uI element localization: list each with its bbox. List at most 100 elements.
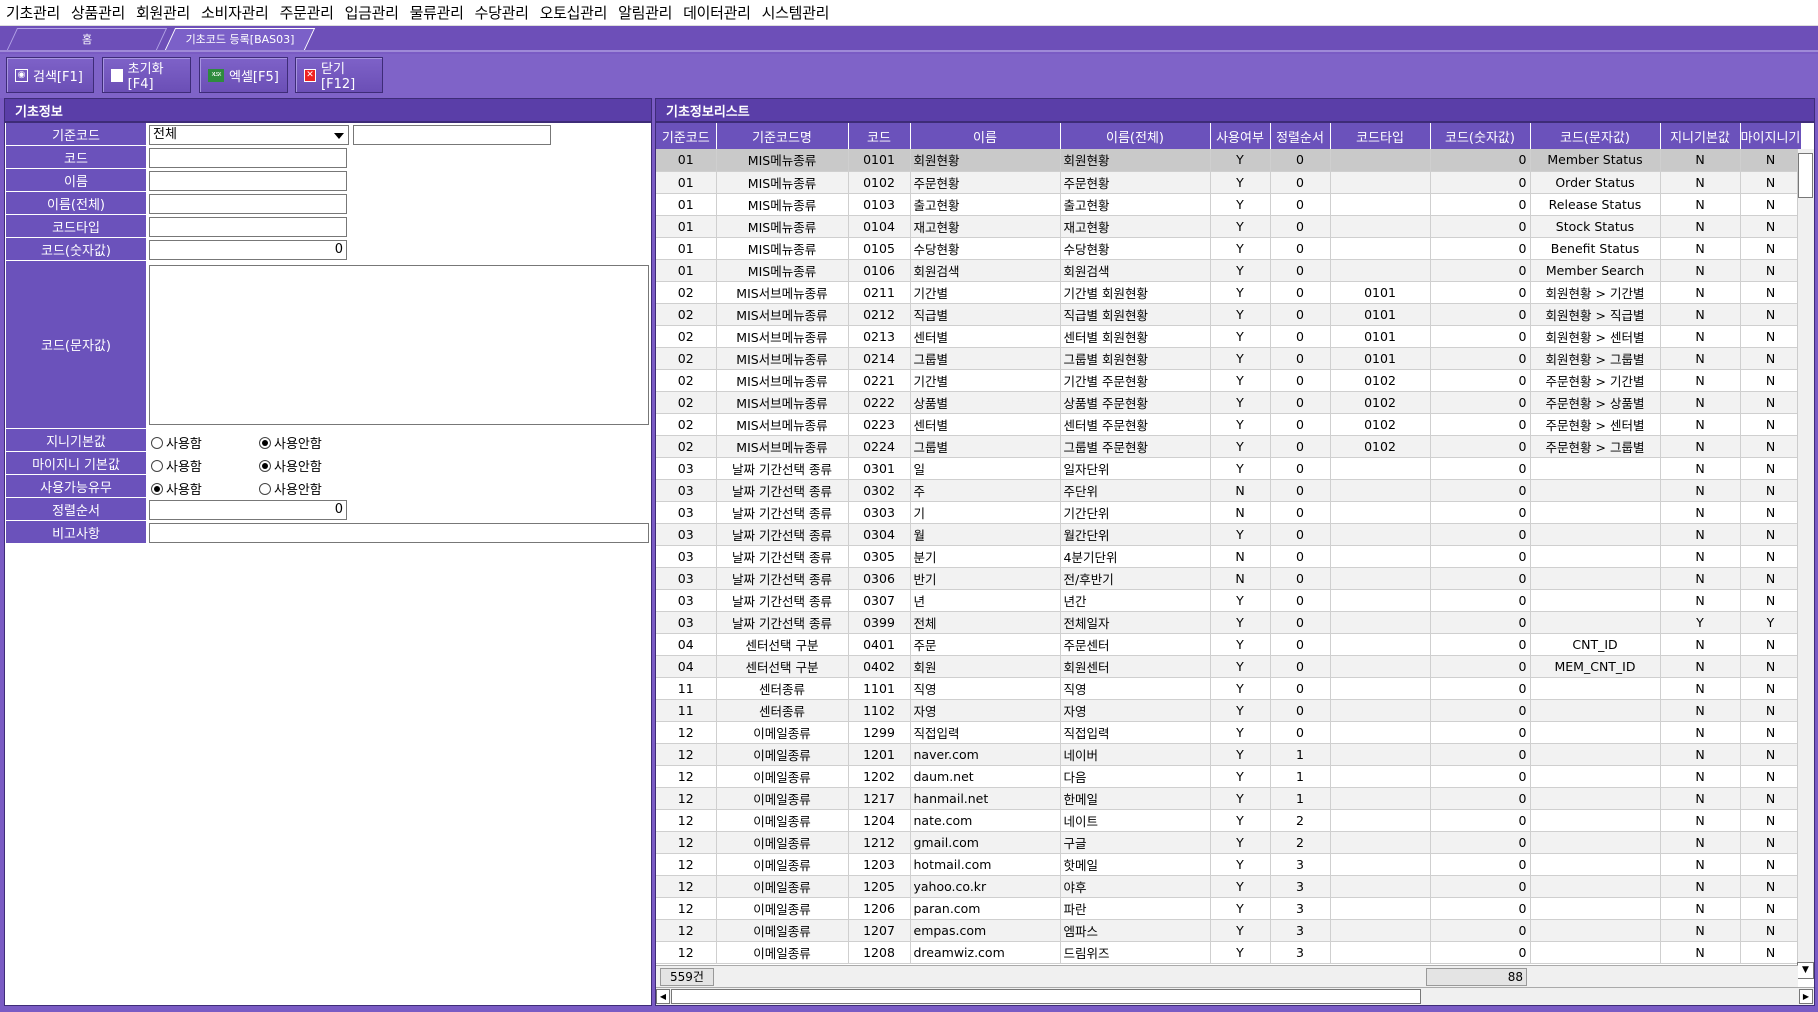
table-cell[interactable]: 재고현황 [1060,215,1211,238]
table-cell[interactable]: Y [1210,149,1271,172]
table-cell[interactable]: 그룹별 [910,435,1061,458]
table-cell[interactable]: 0 [1430,501,1531,524]
table-cell[interactable]: 0101 [1330,281,1431,304]
codenum-input[interactable]: 0 [149,240,347,260]
table-cell[interactable]: 0 [1430,831,1531,854]
table-cell[interactable]: 센터선택 구분 [716,655,849,678]
table-cell[interactable] [1330,655,1431,678]
table-cell[interactable]: N [1660,413,1741,436]
table-cell[interactable] [1330,215,1431,238]
table-cell[interactable]: 0 [1270,611,1331,634]
table-cell[interactable] [1330,193,1431,216]
table-row[interactable]: 12 이메일종류 1204 nate.com 네이트 Y 2 0 N N [656,809,1802,832]
column-header[interactable]: 코드타입 [1330,123,1431,149]
table-row[interactable]: 02 MIS서브메뉴종류 0222 상품별 상품별 주문현황 Y 0 0102 0 주문현황 > … [656,391,1802,414]
reset-button[interactable]: 초기화[F4] [102,57,191,93]
table-cell[interactable]: Y [1210,457,1271,480]
table-cell[interactable]: Y [1210,259,1271,282]
table-cell[interactable]: 직접입력 [1060,721,1211,744]
table-cell[interactable]: N [1660,281,1741,304]
table-cell[interactable]: N [1660,655,1741,678]
table-cell[interactable]: 수당현황 [1060,237,1211,260]
table-cell[interactable]: 0301 [848,457,911,480]
table-cell[interactable]: 0 [1430,545,1531,568]
tab-bas03[interactable]: 기초코드 등록[BAS03] [164,28,316,50]
table-cell[interactable] [1330,875,1431,898]
table-cell[interactable]: 네이버 [1060,743,1211,766]
table-cell[interactable]: 0101 [1330,347,1431,370]
table-cell[interactable]: 직영 [910,677,1061,700]
table-cell[interactable]: N [1740,677,1802,700]
table-cell[interactable]: 출고현황 [1060,193,1211,216]
table-cell[interactable]: nate.com [910,809,1061,832]
column-header[interactable]: 코드(숫자값) [1430,123,1531,149]
table-cell[interactable]: 12 [656,765,717,788]
table-cell[interactable]: MIS메뉴종류 [716,237,849,260]
table-cell[interactable]: N [1740,633,1802,656]
table-cell[interactable]: MIS서브메뉴종류 [716,391,849,414]
table-row[interactable]: 03 날짜 기간선택 종류 0306 반기 전/후반기 N 0 0 N N [656,567,1802,590]
table-cell[interactable]: N [1740,171,1802,194]
table-cell[interactable]: N [1660,677,1741,700]
table-cell[interactable]: N [1660,347,1741,370]
table-cell[interactable]: 0 [1270,545,1331,568]
table-cell[interactable]: 주문현황 > 상품별 [1530,391,1661,414]
table-cell[interactable]: Stock Status [1530,215,1661,238]
table-cell[interactable] [1530,457,1661,480]
table-row[interactable]: 12 이메일종류 1207 empas.com 엠파스 Y 3 0 N N [656,919,1802,942]
column-header[interactable]: 사용여부 [1210,123,1271,149]
table-cell[interactable]: 주문 [910,633,1061,656]
table-cell[interactable]: 분기 [910,545,1061,568]
table-cell[interactable] [1330,941,1431,964]
table-cell[interactable]: 02 [656,325,717,348]
table-cell[interactable] [1330,765,1431,788]
table-cell[interactable]: 0 [1430,391,1531,414]
table-cell[interactable]: 엠파스 [1060,919,1211,942]
table-cell[interactable] [1530,787,1661,810]
table-cell[interactable]: 03 [656,457,717,480]
table-cell[interactable]: MIS메뉴종류 [716,149,849,172]
table-cell[interactable]: 회원현황 > 센터별 [1530,325,1661,348]
table-cell[interactable]: Y [1210,325,1271,348]
table-cell[interactable]: 0105 [848,237,911,260]
table-cell[interactable]: N [1740,325,1802,348]
table-cell[interactable]: 3 [1270,941,1331,964]
table-cell[interactable]: 0 [1430,677,1531,700]
table-cell[interactable]: 0 [1270,215,1331,238]
base-code-text-input[interactable] [353,125,551,145]
table-cell[interactable]: 1205 [848,875,911,898]
table-cell[interactable] [1530,589,1661,612]
table-cell[interactable]: N [1660,853,1741,876]
table-cell[interactable]: Y [1660,611,1741,634]
table-cell[interactable]: 이메일종류 [716,721,849,744]
table-cell[interactable]: 년 [910,589,1061,612]
table-cell[interactable]: 월 [910,523,1061,546]
table-cell[interactable]: 1299 [848,721,911,744]
table-cell[interactable] [1330,787,1431,810]
table-cell[interactable]: 날짜 기간선택 종류 [716,545,849,568]
table-cell[interactable]: 0101 [848,149,911,172]
table-row[interactable]: 03 날짜 기간선택 종류 0307 년 년간 Y 0 0 N N [656,589,1802,612]
table-row[interactable]: 12 이메일종류 1299 직접입력 직접입력 Y 0 0 N N [656,721,1802,744]
table-cell[interactable]: 3 [1270,897,1331,920]
code-input[interactable] [149,148,347,168]
table-row[interactable]: 03 날짜 기간선택 종류 0304 월 월간단위 Y 0 0 N N [656,523,1802,546]
table-cell[interactable]: 그룹별 [910,347,1061,370]
table-row[interactable]: 12 이메일종류 1208 dreamwiz.com 드림위즈 Y 3 0 N N [656,941,1802,964]
table-cell[interactable] [1330,545,1431,568]
horizontal-scroll-thumb[interactable] [671,989,1421,1004]
table-cell[interactable]: CNT_ID [1530,633,1661,656]
table-cell[interactable]: 0 [1430,721,1531,744]
table-cell[interactable]: 0 [1270,171,1331,194]
table-cell[interactable]: N [1660,149,1741,172]
table-cell[interactable]: 주문센터 [1060,633,1211,656]
table-cell[interactable]: hanmail.net [910,787,1061,810]
table-cell[interactable]: N [1660,303,1741,326]
table-cell[interactable]: 센터선택 구분 [716,633,849,656]
table-cell[interactable]: 12 [656,831,717,854]
menu-item[interactable]: 상품관리 [69,2,134,23]
table-cell[interactable]: N [1740,193,1802,216]
table-cell[interactable]: 이메일종류 [716,765,849,788]
table-cell[interactable]: N [1660,897,1741,920]
table-cell[interactable]: 드림위즈 [1060,941,1211,964]
